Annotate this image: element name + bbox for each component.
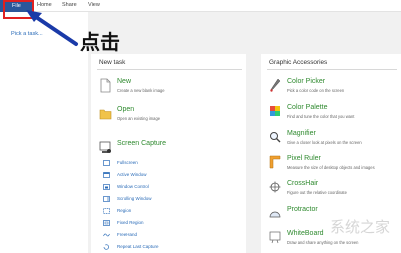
watermark: 系统之家 [330,218,391,236]
annotation-label: 点击 [80,30,120,54]
